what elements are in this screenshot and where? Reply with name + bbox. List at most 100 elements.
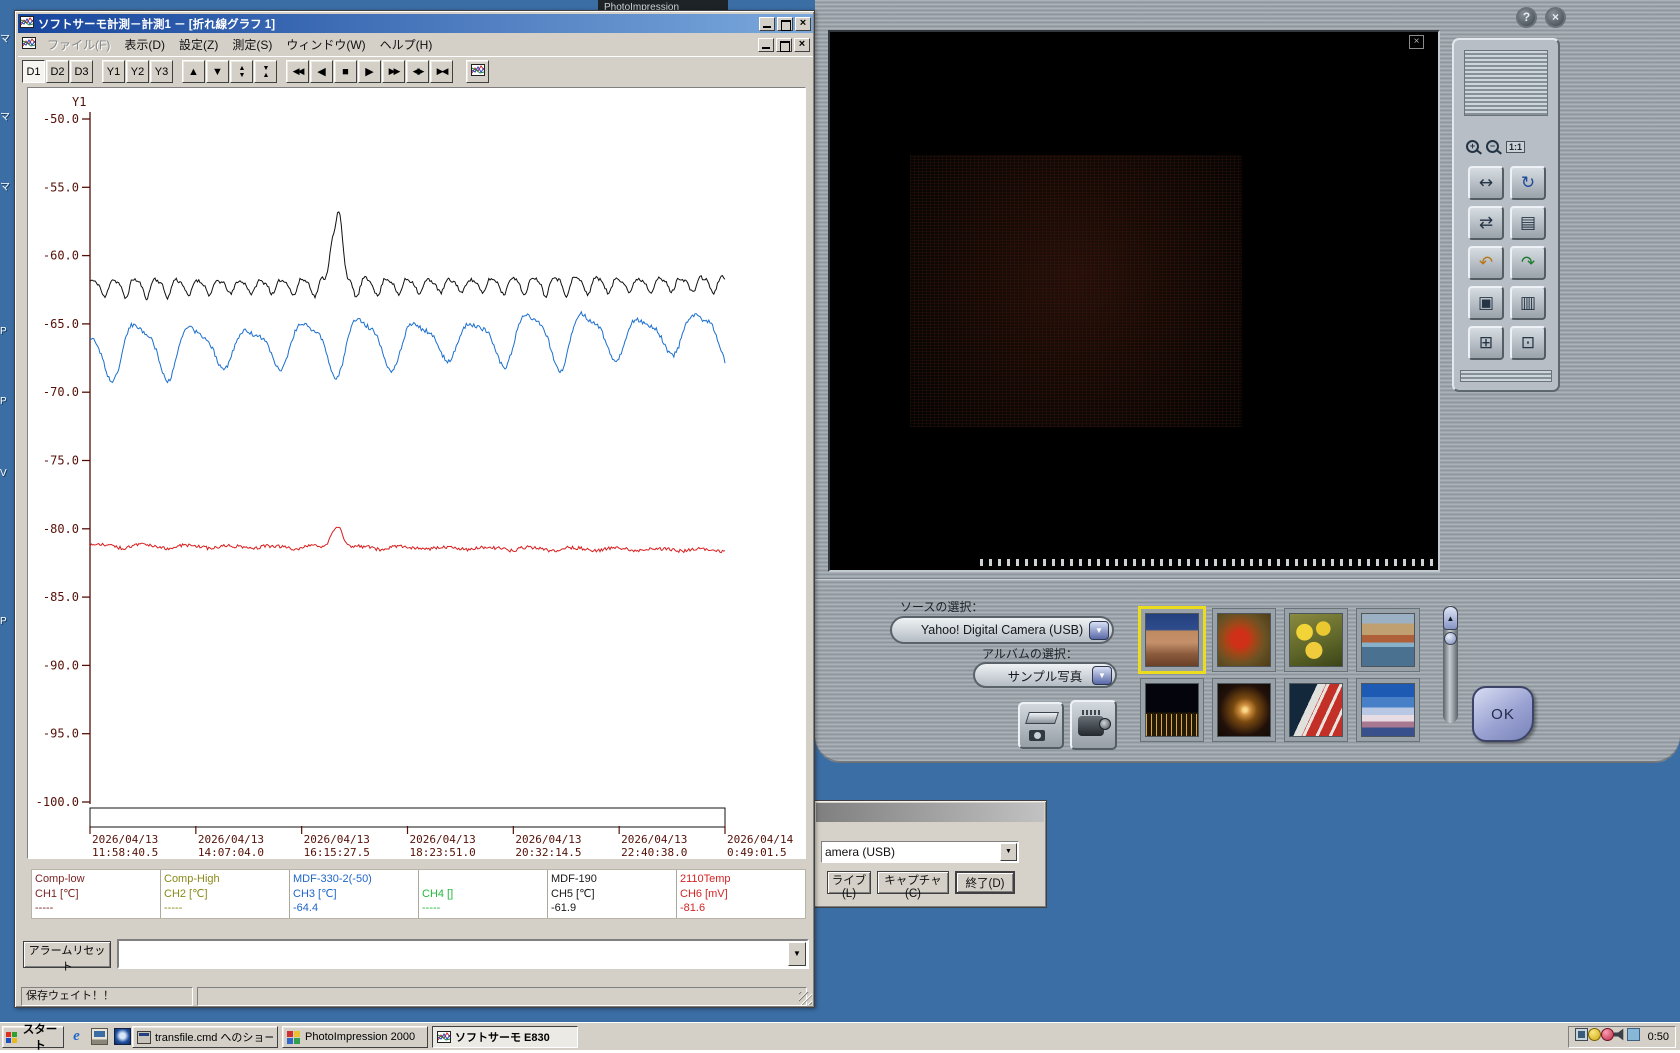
step-forward-button[interactable]: ▶ (358, 60, 381, 83)
paste-button[interactable]: ▥ (1510, 286, 1546, 320)
thumbnail-harbor-town[interactable] (1356, 608, 1420, 672)
toolbar-button-y2[interactable]: Y2 (126, 60, 149, 83)
internet-explorer-icon[interactable]: e (68, 1028, 85, 1045)
scroll-up-icon[interactable]: ▲ (1443, 606, 1458, 630)
thumbnail-city-night[interactable] (1140, 678, 1204, 742)
graph-view-button[interactable] (466, 60, 489, 83)
taskbar-button-cmd[interactable]: transfile.cmd へのショート... (132, 1026, 278, 1048)
compress-horizontal-button[interactable]: ▶◀ (430, 60, 453, 83)
copy-button[interactable]: ▣ (1468, 286, 1504, 320)
desktop-icon-label-fragment[interactable]: V (0, 468, 7, 479)
taskbar-button-thermo[interactable]: ソフトサーモ E830 (432, 1026, 578, 1048)
desktop-icon-label-fragment[interactable]: P (0, 396, 7, 407)
chevron-down-icon[interactable]: ▼ (1092, 666, 1112, 685)
show-desktop-icon[interactable] (91, 1028, 108, 1045)
scroll-up-button[interactable]: ▲ (182, 60, 205, 83)
thumbnail-sky-clouds[interactable] (1356, 678, 1420, 742)
channels-icon[interactable] (114, 1028, 131, 1045)
jump-to-end-button[interactable]: ▶▶ (382, 60, 405, 83)
desktop-icon-label-fragment[interactable]: マ (0, 30, 10, 45)
child-close-button[interactable] (794, 38, 810, 52)
new-page-button[interactable]: ▤ (1510, 206, 1546, 240)
window-titlebar[interactable]: ソフトサーモ計測－計測1 － [折れ線グラフ 1] (18, 14, 813, 33)
frame-button[interactable]: ⊡ (1510, 326, 1546, 360)
actual-size-button[interactable]: 1:1 (1506, 141, 1525, 153)
taskbar-button-photo[interactable]: PhotoImpression 2000 (282, 1026, 428, 1048)
compress-vertical-button[interactable]: ▼▲ (254, 60, 277, 83)
thumbnail-cardinal-bird[interactable] (1212, 608, 1276, 672)
display-icon[interactable] (1575, 1028, 1588, 1041)
jump-to-start-button[interactable]: ◀◀ (286, 60, 309, 83)
thumbnail-canyon-spires[interactable] (1140, 608, 1204, 672)
twain-capture-dialog: amera (USB) ▼ ライブ(L) キャプチャ(C) 終了(D) (813, 800, 1047, 908)
menu-item[interactable]: 設定(Z) (172, 36, 225, 54)
desktop-icon-label-fragment[interactable]: P (0, 616, 7, 627)
alarm-reset-button[interactable]: アラームリセット (23, 941, 111, 968)
zoom-out-icon[interactable]: − (1486, 140, 1499, 153)
expand-horizontal-button[interactable]: ◀▶ (406, 60, 429, 83)
series-1 (90, 212, 725, 300)
menu-item[interactable]: 表示(D) (117, 36, 172, 54)
acquire-button[interactable]: ⊞ (1468, 326, 1504, 360)
alarm-list-combobox[interactable]: ▼ (117, 939, 809, 969)
chevron-down-icon[interactable]: ▼ (788, 942, 806, 966)
live-button[interactable]: ライブ(L) (827, 871, 871, 894)
exit-button[interactable]: 終了(D) (955, 871, 1015, 894)
cardinal-bird-image (1217, 613, 1271, 667)
acquire-scanner-camera-button[interactable] (1018, 702, 1064, 749)
start-button[interactable]: スタート (2, 1026, 64, 1048)
start-label: スタート (20, 1021, 60, 1053)
camera-source-combobox[interactable]: amera (USB) ▼ (821, 841, 1019, 863)
camcorder-icon (1080, 710, 1100, 715)
menu-item[interactable]: ウィンドウ(W) (279, 36, 372, 54)
acquire-video-button[interactable] (1070, 700, 1117, 750)
thumbnail-gold-light-trails[interactable] (1212, 678, 1276, 742)
step-back-button[interactable]: ◀ (310, 60, 333, 83)
volume-icon[interactable] (1614, 1028, 1627, 1041)
resize-grip[interactable] (799, 992, 812, 1005)
scrollbar-knob[interactable] (1444, 632, 1457, 645)
status-yellow-icon[interactable] (1588, 1028, 1601, 1041)
toolbar-button-d1[interactable]: D1 (22, 60, 45, 83)
status-red-icon[interactable] (1601, 1028, 1614, 1041)
capture-button[interactable]: キャプチャ(C) (877, 871, 949, 894)
scroll-down-button[interactable]: ▼ (206, 60, 229, 83)
minimize-button[interactable] (759, 17, 775, 31)
chevron-down-icon[interactable]: ▼ (1089, 621, 1109, 640)
redo-button[interactable]: ↷ (1510, 246, 1546, 280)
child-restore-button[interactable] (776, 38, 792, 52)
taskbar: スタート e transfile.cmd へのショート...PhotoImpre… (0, 1022, 1680, 1050)
toolbar-button-y1[interactable]: Y1 (102, 60, 125, 83)
expand-vertical-button[interactable]: ▲▼ (230, 60, 253, 83)
close-button[interactable] (795, 17, 811, 31)
rotate-button[interactable]: ↻ (1510, 166, 1546, 200)
thumbnail-yellow-flowers[interactable] (1284, 608, 1348, 672)
desktop-icon-label-fragment[interactable]: P (0, 326, 7, 337)
toolbar-button-d2[interactable]: D2 (46, 60, 69, 83)
undo-button[interactable]: ↶ (1468, 246, 1504, 280)
thumbnail-scrollbar[interactable]: ▲ (1443, 605, 1458, 723)
dialog-titlebar[interactable] (816, 803, 1044, 822)
preview-close-icon[interactable]: × (1409, 35, 1424, 49)
restore-button[interactable] (777, 17, 793, 31)
ok-button[interactable]: OK (1472, 686, 1534, 742)
album-select-dropdown[interactable]: サンプル写真 ▼ (973, 662, 1117, 688)
source-select-dropdown[interactable]: Yahoo! Digital Camera (USB) ▼ (890, 616, 1114, 644)
stop-button[interactable]: ■ (334, 60, 357, 83)
thumbnail-lighthouse[interactable] (1284, 678, 1348, 742)
status-blue-icon[interactable] (1627, 1028, 1640, 1041)
zoom-in-icon[interactable]: + (1466, 140, 1479, 153)
menu-item[interactable]: ファイル(F) (40, 36, 117, 54)
desktop-icon-label-fragment[interactable]: マ (0, 108, 10, 123)
toolbar-button-d3[interactable]: D3 (70, 60, 93, 83)
help-button[interactable]: ? (1516, 7, 1537, 28)
child-minimize-button[interactable] (758, 38, 774, 52)
close-button[interactable]: × (1545, 7, 1566, 28)
desktop-icon-label-fragment[interactable]: マ (0, 178, 10, 193)
fit-to-window-button[interactable]: ↔ (1468, 166, 1504, 200)
chevron-down-icon[interactable]: ▼ (1000, 843, 1017, 861)
toolbar-button-y3[interactable]: Y3 (150, 60, 173, 83)
menu-item[interactable]: 測定(S) (225, 36, 279, 54)
flip-horizontal-button[interactable]: ⇄ (1468, 206, 1504, 240)
menu-item[interactable]: ヘルプ(H) (373, 36, 440, 54)
